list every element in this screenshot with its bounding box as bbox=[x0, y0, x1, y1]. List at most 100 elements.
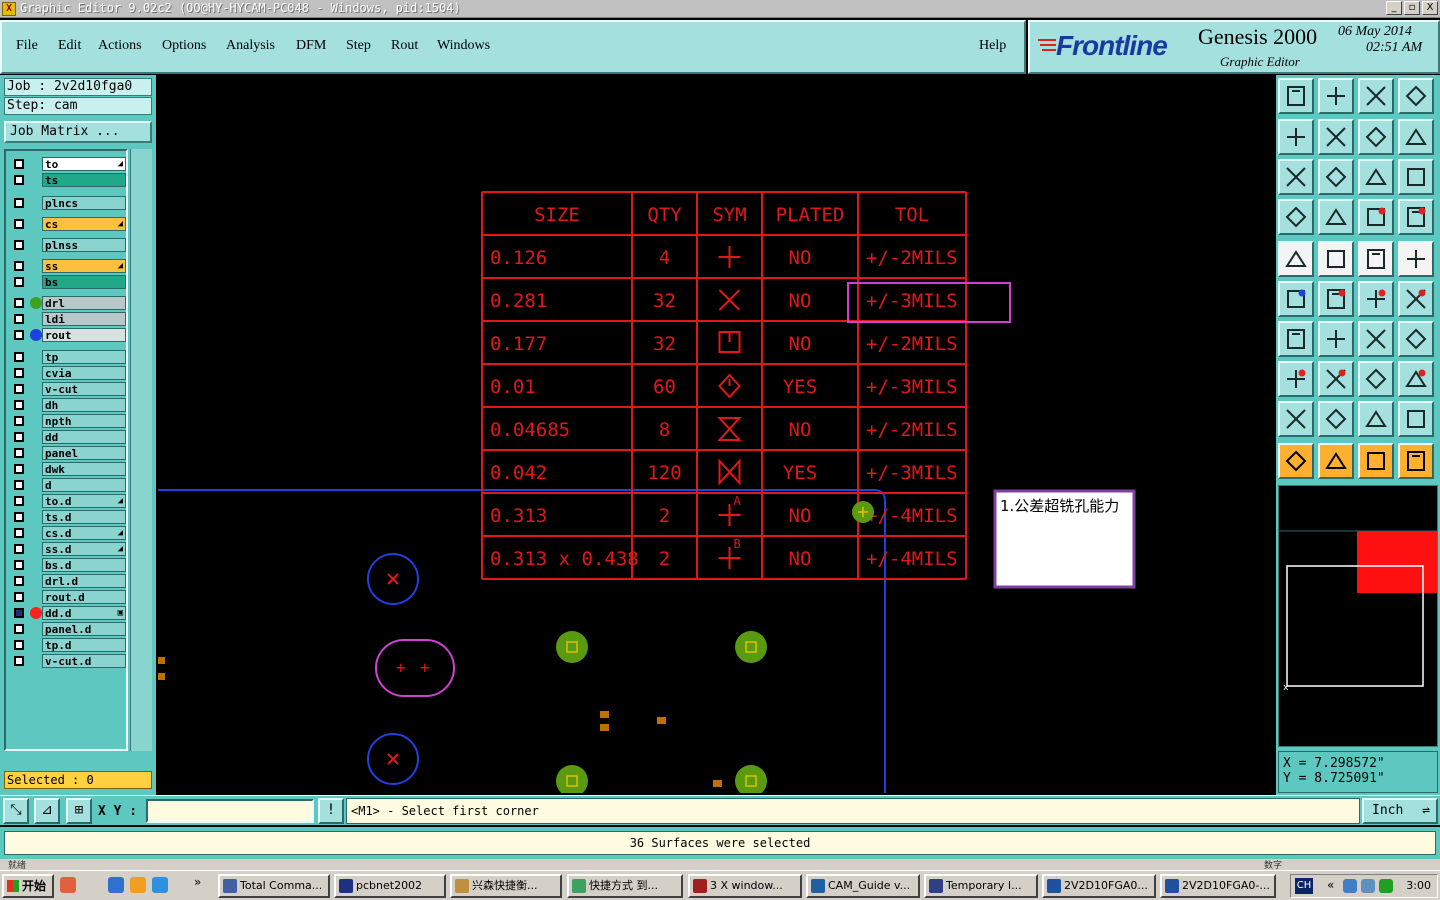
multi-button[interactable] bbox=[1398, 361, 1434, 397]
layer-name[interactable]: ss ◢ bbox=[42, 259, 126, 273]
layer-row[interactable]: ts bbox=[8, 173, 126, 187]
route-button[interactable] bbox=[1398, 443, 1434, 479]
layer-row[interactable]: tp.d bbox=[8, 638, 126, 652]
arc-feature-button[interactable] bbox=[1358, 401, 1394, 437]
layer-row[interactable]: dd bbox=[8, 430, 126, 444]
layer-checkbox[interactable] bbox=[14, 400, 24, 410]
layer-name[interactable]: tp.d bbox=[42, 638, 126, 652]
menu-analysis[interactable]: Analysis bbox=[226, 38, 275, 54]
layer-name[interactable]: to.d ◢ bbox=[42, 494, 126, 508]
connect-button[interactable] bbox=[1278, 281, 1314, 317]
layer-name[interactable]: bs.d bbox=[42, 558, 126, 572]
graphic-canvas[interactable]: SIZE QTY SYM PLATED TOL 0.126 4 NO +/-2MILS 0.281… bbox=[158, 75, 1276, 793]
layer-name[interactable]: cs ◢ bbox=[42, 217, 126, 231]
quicklaunch-icon[interactable] bbox=[130, 877, 146, 893]
layer-name[interactable]: plnss bbox=[42, 238, 126, 252]
layer-checkbox[interactable] bbox=[14, 277, 24, 287]
tray-expand-icon[interactable]: « bbox=[1327, 878, 1334, 892]
layer-checkbox[interactable] bbox=[14, 640, 24, 650]
move-point-button[interactable] bbox=[1398, 281, 1434, 317]
layer-name[interactable]: rout.d bbox=[42, 590, 126, 604]
menu-edit[interactable]: Edit bbox=[58, 38, 81, 54]
arc-cut-button[interactable] bbox=[1398, 401, 1434, 437]
layer-name[interactable]: plncs bbox=[42, 196, 126, 210]
layer-name[interactable]: dwk bbox=[42, 462, 126, 476]
units-select[interactable]: Inch ⇌ bbox=[1362, 798, 1438, 824]
layer-attr-button[interactable] bbox=[1358, 199, 1394, 235]
layer-name[interactable]: dd bbox=[42, 430, 126, 444]
job-matrix-button[interactable]: Job Matrix ... bbox=[4, 121, 152, 143]
arc-button[interactable] bbox=[1358, 321, 1394, 357]
zoom-profile-button[interactable] bbox=[1318, 159, 1354, 195]
layer-checkbox[interactable] bbox=[14, 624, 24, 634]
arrow-up-button[interactable] bbox=[1318, 401, 1354, 437]
layer-checkbox[interactable] bbox=[14, 608, 24, 618]
open-job-button[interactable] bbox=[1278, 78, 1314, 114]
menu-rout[interactable]: Rout bbox=[391, 38, 418, 54]
taskbar-task[interactable]: 兴森快捷衡... bbox=[450, 874, 562, 898]
start-button[interactable]: 开始 bbox=[2, 874, 54, 898]
layer-row[interactable]: bs.d bbox=[8, 558, 126, 572]
home-button[interactable] bbox=[1358, 78, 1394, 114]
layer-checkbox[interactable] bbox=[14, 159, 24, 169]
taskbar-task[interactable]: 快捷方式 到... bbox=[567, 874, 683, 898]
taskbar-task[interactable]: Total Comma... bbox=[218, 874, 330, 898]
import-button[interactable] bbox=[1278, 119, 1314, 155]
quicklaunch-more-icon[interactable]: » bbox=[194, 875, 201, 889]
layer-name[interactable]: ts.d bbox=[42, 510, 126, 524]
grid-button[interactable] bbox=[1318, 199, 1354, 235]
layer-checkbox[interactable] bbox=[14, 656, 24, 666]
layer-name[interactable]: drl.d bbox=[42, 574, 126, 588]
layer-row[interactable]: dwk bbox=[8, 462, 126, 476]
triangle-button[interactable] bbox=[1278, 401, 1314, 437]
resize-button[interactable] bbox=[1358, 361, 1394, 397]
layer-row[interactable]: to ◢ bbox=[8, 157, 126, 171]
layer-checkbox[interactable] bbox=[14, 592, 24, 602]
layer-row[interactable]: bs bbox=[8, 275, 126, 289]
pad-button[interactable] bbox=[1278, 241, 1314, 277]
taskbar-task[interactable]: 3 X window... bbox=[688, 874, 802, 898]
layer-checkbox[interactable] bbox=[14, 512, 24, 522]
layer-row[interactable]: drl bbox=[8, 296, 126, 310]
layer-checkbox[interactable] bbox=[14, 464, 24, 474]
layer-list-scrollbar[interactable] bbox=[130, 149, 152, 751]
layer-name[interactable]: cs.d ◢ bbox=[42, 526, 126, 540]
layer-row[interactable]: ldi bbox=[8, 312, 126, 326]
layer-feature-button[interactable] bbox=[1398, 199, 1434, 235]
xy-input[interactable] bbox=[146, 799, 314, 823]
circle-button[interactable] bbox=[1398, 241, 1434, 277]
layer-name[interactable]: dd.d ▣ bbox=[42, 606, 126, 620]
undo-button[interactable] bbox=[1358, 119, 1394, 155]
layer-checkbox[interactable] bbox=[14, 330, 24, 340]
layer-name[interactable]: ss.d ◢ bbox=[42, 542, 126, 556]
layer-row[interactable]: to.d ◢ bbox=[8, 494, 126, 508]
add-point-button[interactable] bbox=[1358, 281, 1394, 317]
angle-button[interactable] bbox=[1278, 321, 1314, 357]
menu-actions[interactable]: Actions bbox=[98, 38, 142, 54]
layer-name[interactable]: rout bbox=[42, 328, 126, 342]
layer-checkbox[interactable] bbox=[14, 298, 24, 308]
taskbar-task[interactable]: 2V2D10FGA0... bbox=[1042, 874, 1156, 898]
taskbar-task[interactable]: pcbnet2002 bbox=[334, 874, 446, 898]
zoom-1to1-button[interactable] bbox=[1358, 159, 1394, 195]
minimap[interactable]: x bbox=[1278, 485, 1438, 747]
select-single-button[interactable] bbox=[1358, 443, 1394, 479]
layer-row[interactable]: cs.d ◢ bbox=[8, 526, 126, 540]
layer-checkbox[interactable] bbox=[14, 368, 24, 378]
window-button[interactable] bbox=[1398, 78, 1434, 114]
menu-windows[interactable]: Windows bbox=[437, 38, 490, 54]
export-button[interactable] bbox=[1318, 119, 1354, 155]
info-button[interactable]: ! bbox=[318, 798, 344, 824]
zoom-fit-button[interactable] bbox=[1278, 159, 1314, 195]
taskbar-task[interactable]: Temporary I... bbox=[924, 874, 1038, 898]
layer-checkbox[interactable] bbox=[14, 198, 24, 208]
layer-row[interactable]: ts.d bbox=[8, 510, 126, 524]
line-button[interactable] bbox=[1318, 241, 1354, 277]
layer-checkbox[interactable] bbox=[14, 240, 24, 250]
layer-checkbox[interactable] bbox=[14, 560, 24, 570]
layer-row[interactable]: ss ◢ bbox=[8, 259, 126, 273]
layer-checkbox[interactable] bbox=[14, 544, 24, 554]
layer-row[interactable]: plnss bbox=[8, 238, 126, 252]
close-button[interactable]: X bbox=[1422, 1, 1438, 15]
quicklaunch-icon[interactable] bbox=[152, 877, 168, 893]
